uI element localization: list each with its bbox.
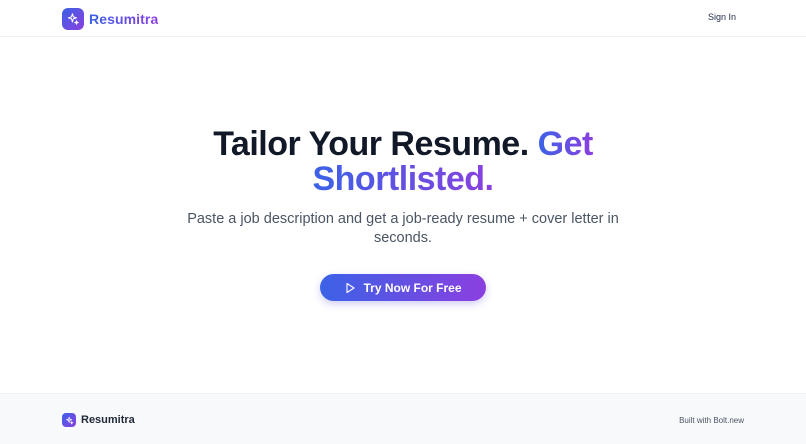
play-icon xyxy=(344,282,356,294)
sparkles-icon xyxy=(62,7,84,30)
footer-brand-name: Resumitra xyxy=(81,414,135,426)
sparkles-icon xyxy=(62,413,76,427)
hero-title-plain: Tailor Your Resume. xyxy=(213,125,529,163)
hero-title-highlight-get: Get xyxy=(537,125,594,163)
try-now-label: Try Now For Free xyxy=(363,280,462,295)
sign-in-link[interactable]: Sign In xyxy=(708,12,736,22)
hero-section: Tailor Your Resume. Get Shortlisted. Pas… xyxy=(0,37,806,393)
footer-brand: Resumitra xyxy=(62,413,135,427)
top-nav: Resumitra Sign In xyxy=(0,0,806,37)
footer: Resumitra Built with Bolt.new xyxy=(0,393,806,444)
built-with-link[interactable]: Built with Bolt.new xyxy=(679,416,744,425)
hero-title: Tailor Your Resume. Get Shortlisted. xyxy=(0,127,806,197)
try-now-button[interactable]: Try Now For Free xyxy=(320,274,486,301)
brand-home-link[interactable]: Resumitra xyxy=(62,7,158,30)
hero-title-highlight-shortlisted: Shortlisted. xyxy=(312,160,494,198)
hero-subtitle: Paste a job description and get a job-re… xyxy=(187,211,619,246)
landing-page: Resumitra Sign In Tailor Your Resume. Ge… xyxy=(0,0,806,444)
brand-name: Resumitra xyxy=(89,10,159,27)
